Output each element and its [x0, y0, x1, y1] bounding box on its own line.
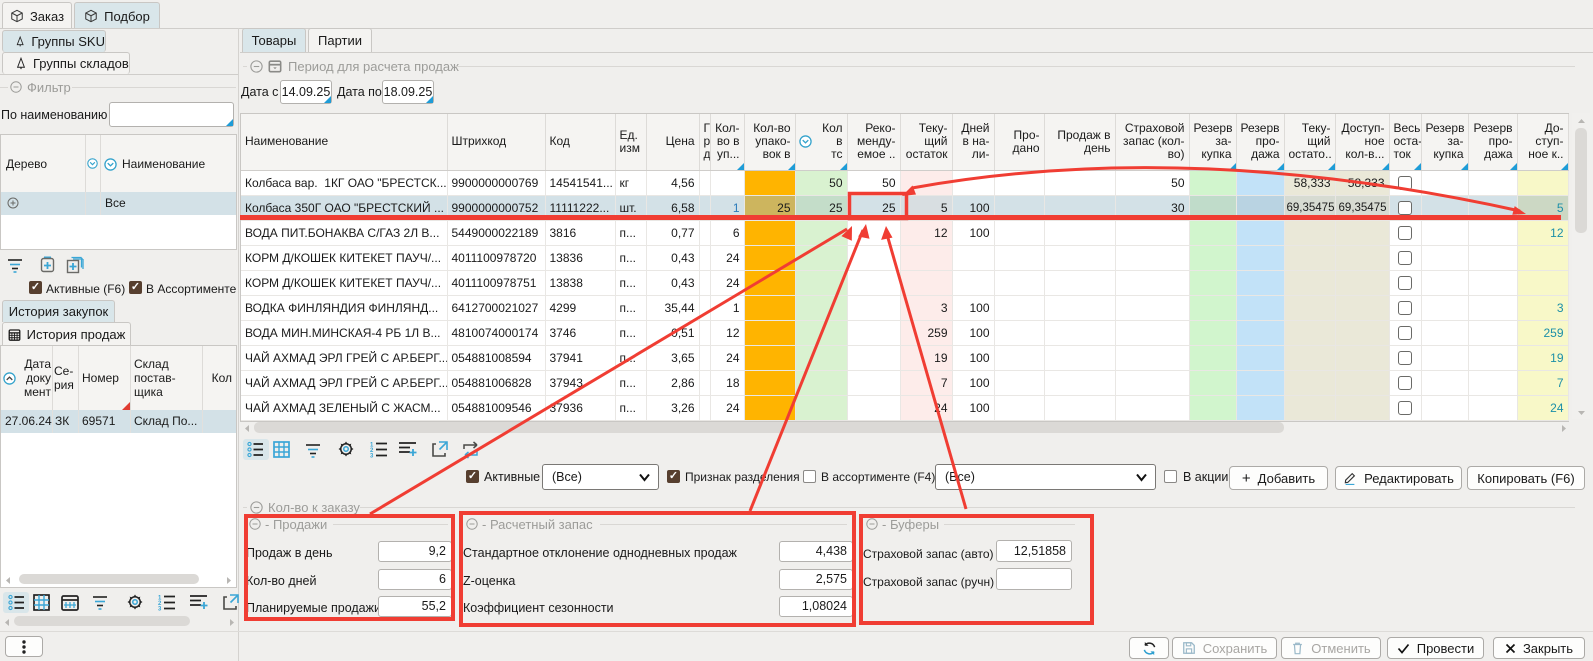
- svg-text:3: 3: [158, 607, 162, 612]
- svg-text:3: 3: [370, 454, 374, 459]
